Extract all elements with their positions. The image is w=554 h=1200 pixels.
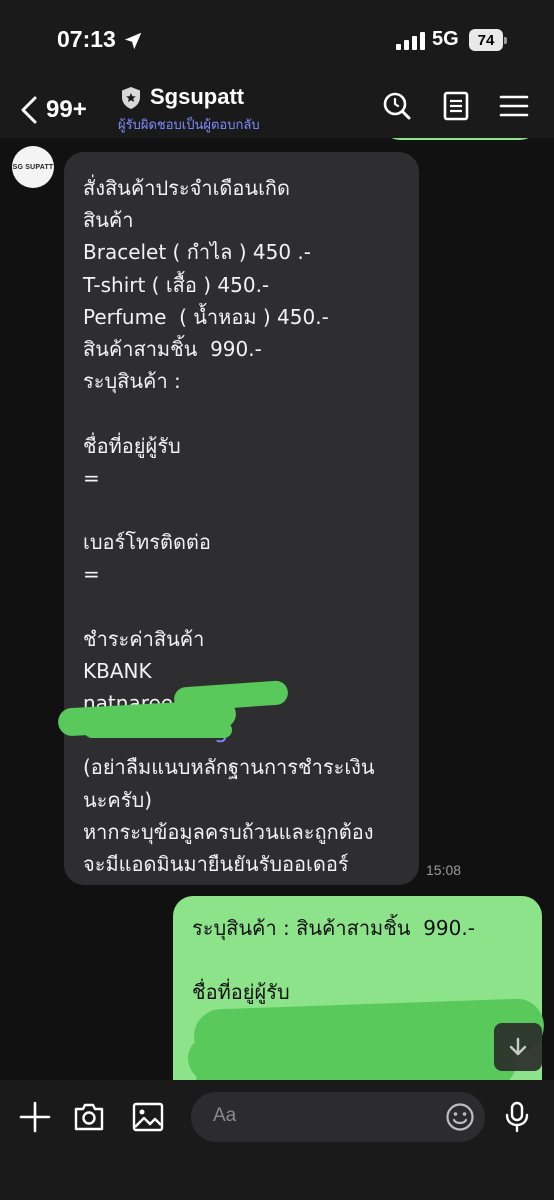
message-line [83, 397, 401, 429]
message-line: ชื่อที่อยู่ผู้รับ [83, 433, 181, 458]
message-line: T-shirt ( เสื้อ ) 450.- [83, 272, 270, 297]
message-line: หากระบุข้อมูลครบถ้วนและถูกต้อง [83, 819, 374, 844]
redaction-mark [196, 1068, 436, 1080]
menu-icon[interactable] [498, 90, 530, 122]
redaction-mark [84, 722, 232, 738]
message-line: สินค้าสามชิ้น 990.- [83, 336, 262, 361]
message-line [83, 494, 401, 526]
message-line: = [83, 562, 100, 587]
network-type: 5G [432, 28, 459, 50]
back-chevron-icon [21, 96, 37, 124]
image-icon[interactable] [131, 1100, 165, 1134]
signal-icon [396, 32, 425, 50]
message-line: ระบุสินค้า : สินค้าสามชิ้น 990.- [192, 916, 475, 940]
battery-indicator: 74 [469, 29, 507, 51]
search-icon[interactable] [381, 90, 413, 122]
input-bar: Aa [0, 1080, 554, 1200]
microphone-icon[interactable] [500, 1100, 534, 1134]
scroll-down-button[interactable] [494, 1023, 542, 1071]
message-input-placeholder: Aa [213, 1105, 237, 1126]
message-line: นะครับ) [83, 787, 153, 812]
emoji-icon[interactable] [445, 1102, 475, 1132]
previous-outgoing-bubble [382, 138, 538, 140]
status-bar: 07:13 5G 74 [0, 0, 554, 80]
scroll-down-icon [509, 1037, 527, 1056]
message-line [83, 590, 401, 622]
incoming-message-bubble[interactable]: สั่งสินค้าประจำเดือนเกิด สินค้า Bracelet… [64, 152, 419, 885]
chat-subtitle: ผู้รับผิดชอบเป็นผู้ตอบกลับ [118, 118, 260, 133]
message-line: ชำระค่าสินค้า [83, 626, 205, 651]
battery-level: 74 [477, 32, 495, 49]
message-line [192, 944, 524, 976]
location-arrow-icon [124, 32, 142, 50]
message-line: สินค้า [83, 208, 134, 233]
chat-area[interactable]: SG SUPATT สั่งสินค้าประจำเดือนเกิด สินค้… [0, 138, 554, 1080]
shield-icon [122, 87, 140, 109]
camera-icon[interactable] [72, 1100, 106, 1134]
message-line: จะมีแอดมินมายืนยันรับออเดอร์ [83, 851, 349, 876]
status-time: 07:13 [57, 26, 116, 52]
back-button[interactable]: 99+ [18, 92, 128, 128]
message-time: 15:08 [426, 862, 462, 878]
message-line: สั่งสินค้าประจำเดือนเกิด [83, 176, 291, 200]
message-line: Perfume ( น้ำหอม ) 450.- [83, 304, 329, 329]
message-line: (อย่าลืมแนบหลักฐานการชำระเงิน [83, 755, 375, 780]
message-line: = [83, 465, 100, 490]
message-line: Bracelet ( กำไล ) 450 .- [83, 240, 311, 265]
chat-title[interactable]: Sgsupatt [150, 84, 244, 110]
message-input[interactable]: Aa [191, 1092, 485, 1142]
plus-icon[interactable] [18, 1100, 52, 1134]
avatar[interactable]: SG SUPATT [12, 146, 54, 188]
chat-header: 99+ Sgsupatt ผู้รับผิดชอบเป็นผู้ตอบกลับ [0, 80, 554, 138]
message-line: เบอร์โทรติดต่อ [83, 530, 211, 555]
avatar-text: SG SUPATT [12, 163, 54, 171]
notes-icon[interactable] [440, 90, 472, 122]
unread-count: 99+ [46, 96, 87, 123]
message-line: ระบุสินค้า : [83, 369, 181, 394]
